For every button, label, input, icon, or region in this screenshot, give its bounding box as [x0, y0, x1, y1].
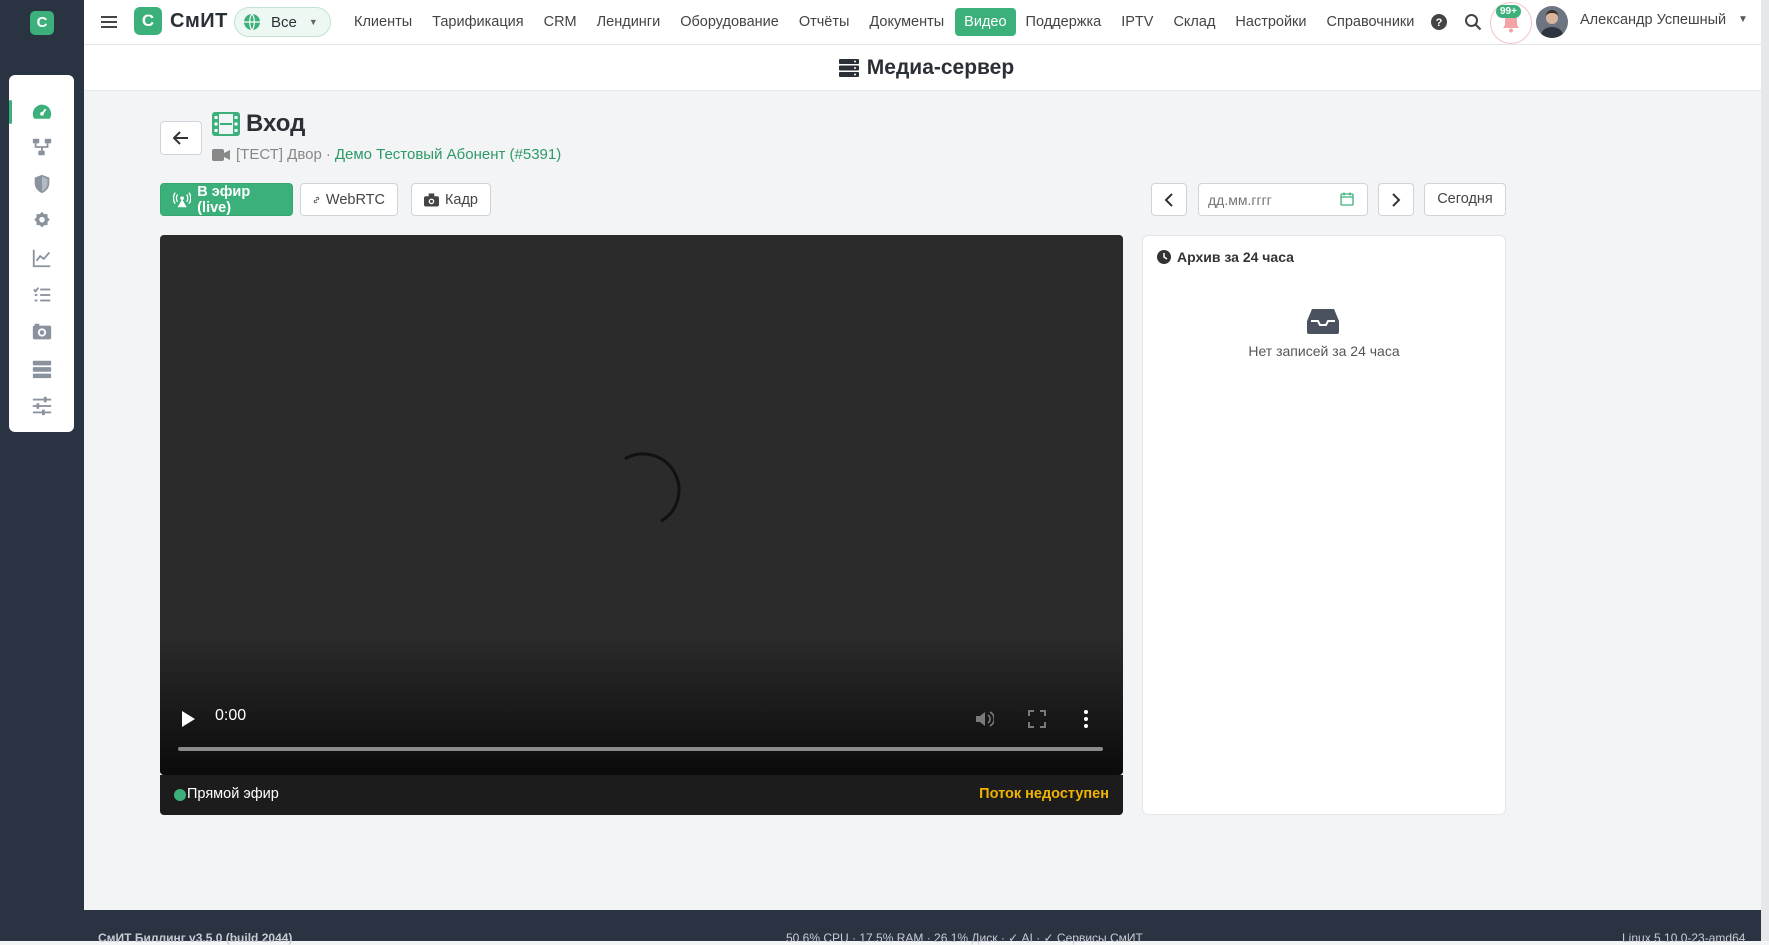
stream-status: Поток недоступен [979, 786, 1109, 802]
sliders-icon[interactable] [9, 389, 74, 423]
section-title: Медиа-сервер [866, 55, 1015, 79]
nav-iptv[interactable]: IPTV [1121, 8, 1153, 36]
footer-os: Linux 5.10.0-23-amd64 [1622, 931, 1746, 945]
notification-badge: 99+ [1496, 5, 1521, 18]
sidebar-panel [9, 75, 74, 432]
inbox-icon [1307, 309, 1339, 334]
footer: СмИТ Биллинг v3.5.0 (build 2044) 50.6% C… [84, 910, 1769, 945]
footer-version: СмИТ Биллинг v3.5.0 (build 2044) [98, 931, 293, 945]
brand-name: СмИТ [170, 9, 228, 32]
avatar[interactable] [1536, 6, 1568, 38]
volume-icon[interactable] [974, 709, 994, 729]
nav-directories[interactable]: Справочники [1327, 8, 1415, 36]
webrtc-button[interactable]: WebRTC [300, 183, 398, 216]
camera-name: [ТЕСТ] Двор [236, 146, 322, 163]
globe-icon [244, 13, 260, 31]
section-header: Медиа-сервер [84, 45, 1769, 91]
nav-settings[interactable]: Настройки [1235, 8, 1306, 36]
brand-icon: С [134, 7, 162, 35]
more-options-icon[interactable] [1082, 709, 1090, 729]
live-button[interactable]: В эфир (live) [160, 183, 293, 216]
chevron-right-icon [1392, 192, 1401, 207]
frame-button[interactable]: Кадр [411, 183, 491, 216]
top-navbar: С СмИТ Все ▼ Клиенты Тарификация CRM Лен… [84, 0, 1769, 45]
brand-logo[interactable]: С СмИТ [134, 7, 228, 35]
server-icon[interactable] [9, 352, 74, 386]
user-name[interactable]: Александр Успешный [1580, 12, 1726, 28]
calendar-icon[interactable] [1340, 192, 1354, 206]
subtitle-separator: · [325, 146, 331, 163]
archive-panel: Архив за 24 часа Нет записей за 24 часа [1142, 235, 1506, 815]
caret-down-icon: ▼ [308, 17, 318, 27]
playback-time: 0:00 [215, 707, 247, 724]
nav-landings[interactable]: Лендинги [597, 8, 661, 36]
player-controls: 0:00 [160, 698, 1123, 738]
scope-selector[interactable]: Все ▼ [234, 7, 331, 37]
hamburger-icon[interactable] [100, 13, 118, 31]
archive-header: Архив за 24 часа [1157, 249, 1294, 265]
left-rail: С [0, 0, 84, 941]
app-logo[interactable]: С [30, 11, 54, 35]
live-label: В эфир (live) [197, 183, 251, 216]
search-icon[interactable] [1464, 13, 1482, 31]
nav-clients[interactable]: Клиенты [354, 8, 412, 36]
progress-bar[interactable] [178, 747, 1103, 751]
server-icon [838, 58, 859, 77]
arrow-left-icon [173, 131, 188, 145]
player-status-bar: Прямой эфир Поток недоступен [160, 775, 1123, 815]
film-icon [212, 112, 240, 136]
camera-subtitle: [ТЕСТ] Двор · Демо Тестовый Абонент (#53… [212, 146, 561, 163]
date-prev-button[interactable] [1151, 183, 1187, 216]
shield-icon[interactable] [9, 167, 74, 201]
nav-crm[interactable]: CRM [544, 8, 577, 36]
page-heading: Вход [212, 110, 305, 138]
loading-spinner-icon [624, 452, 681, 523]
archive-title: Архив за 24 часа [1177, 249, 1294, 265]
camera-icon [424, 192, 439, 207]
link-icon [313, 196, 320, 203]
help-icon[interactable]: ? [1430, 13, 1448, 31]
nav-video[interactable]: Видео [955, 8, 1016, 36]
dashboard-icon[interactable] [9, 95, 74, 129]
chevron-left-icon [1164, 192, 1173, 207]
nav-support[interactable]: Поддержка [1026, 8, 1102, 36]
frame-label: Кадр [444, 191, 478, 208]
nav-reports[interactable]: Отчёты [799, 8, 850, 36]
video-camera-icon [212, 148, 230, 161]
tasks-icon[interactable] [9, 278, 74, 312]
clock-icon [1157, 250, 1171, 264]
broadcast-icon [173, 191, 192, 207]
footer-stats: 50.6% CPU · 17.5% RAM · 26.1% Диск · ✓ A… [786, 931, 1143, 945]
caret-down-icon[interactable]: ▼ [1738, 14, 1748, 25]
scope-label: Все [271, 13, 297, 31]
play-icon[interactable] [180, 710, 196, 728]
live-indicator [174, 789, 186, 801]
subscriber-link[interactable]: Демо Тестовый Абонент (#5391) [335, 146, 561, 163]
page-scrollbar[interactable] [1761, 0, 1769, 941]
video-player[interactable]: 0:00 [160, 235, 1123, 775]
webrtc-label: WebRTC [325, 191, 385, 208]
main-menu: Клиенты Тарификация CRM Лендинги Оборудо… [354, 8, 1434, 36]
fullscreen-icon[interactable] [1028, 710, 1046, 728]
chart-icon[interactable] [9, 241, 74, 275]
nav-warehouse[interactable]: Склад [1173, 8, 1215, 36]
svg-text:?: ? [1436, 17, 1443, 29]
page-title: Вход [246, 110, 306, 137]
live-status-label: Прямой эфир [187, 786, 279, 802]
today-button[interactable]: Сегодня [1424, 183, 1506, 216]
nav-equipment[interactable]: Оборудование [680, 8, 779, 36]
archive-empty-message: Нет записей за 24 часа [1248, 343, 1400, 359]
back-button[interactable] [160, 121, 202, 155]
nav-documents[interactable]: Документы [869, 8, 944, 36]
camera-icon[interactable] [9, 315, 74, 349]
network-icon[interactable] [9, 130, 74, 164]
nav-billing[interactable]: Тарификация [432, 8, 523, 36]
badge-icon[interactable] [9, 204, 74, 238]
date-next-button[interactable] [1378, 183, 1414, 216]
